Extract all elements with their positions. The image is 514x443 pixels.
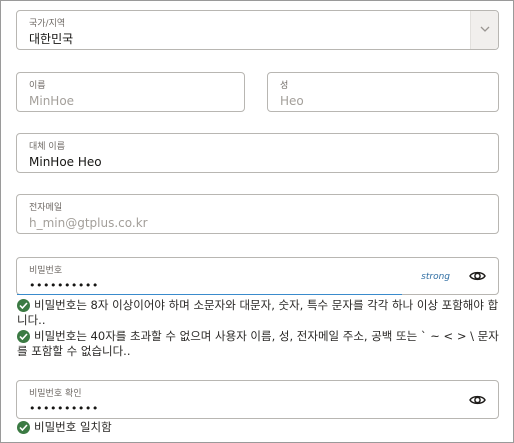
alternate-name-label: 대체 이름	[29, 142, 65, 152]
eye-icon[interactable]	[469, 392, 486, 408]
password-field[interactable]: 비밀번호 •••••••••• strong	[16, 257, 499, 295]
password-rule-characters: 비밀번호는 40자를 초과할 수 없으며 사용자 이름, 성, 전자메일 주소,…	[17, 329, 503, 359]
password-rule-text: 비밀번호는 40자를 초과할 수 없으며 사용자 이름, 성, 전자메일 주소,…	[17, 329, 499, 358]
first-name-value: MinHoe	[29, 94, 75, 108]
country-dropdown-button[interactable]	[470, 11, 498, 49]
chevron-down-icon	[480, 26, 490, 32]
country-value: 대한민국	[29, 32, 74, 46]
signup-form: 국가/지역 대한민국 이름 MinHoe 성 Heo 대체 이름 MinHoe …	[0, 0, 514, 443]
confirm-password-value: ••••••••••	[29, 402, 99, 415]
password-match-status: 비밀번호 일치함	[17, 420, 503, 435]
last-name-value: Heo	[280, 94, 304, 108]
email-value: h_min@gtplus.co.kr	[29, 216, 148, 230]
password-rule-text: 비밀번호는 8자 이상이어야 하며 소문자와 대문자, 숫자, 특수 문자를 각…	[17, 298, 499, 327]
check-circle-icon	[17, 299, 30, 312]
last-name-field[interactable]: 성 Heo	[267, 72, 499, 112]
password-strength-indicator: strong	[421, 272, 450, 282]
country-select[interactable]: 국가/지역 대한민국	[16, 10, 499, 50]
alternate-name-value: MinHoe Heo	[29, 155, 102, 169]
password-label: 비밀번호	[29, 266, 63, 276]
last-name-label: 성	[280, 81, 289, 91]
first-name-field[interactable]: 이름 MinHoe	[16, 72, 245, 112]
check-circle-icon	[17, 421, 30, 434]
password-strength-bar	[17, 294, 402, 295]
first-name-label: 이름	[29, 81, 46, 91]
confirm-password-field[interactable]: 비밀번호 확인 ••••••••••	[16, 380, 499, 419]
alternate-name-field[interactable]: 대체 이름 MinHoe Heo	[16, 133, 499, 173]
email-label: 전자메일	[29, 203, 63, 213]
country-label: 국가/지역	[29, 19, 66, 29]
eye-icon[interactable]	[469, 268, 486, 284]
password-match-text: 비밀번호 일치함	[34, 420, 112, 434]
confirm-password-label: 비밀번호 확인	[29, 389, 82, 399]
email-field[interactable]: 전자메일 h_min@gtplus.co.kr	[16, 194, 499, 234]
check-circle-icon	[17, 330, 30, 343]
password-rule-length: 비밀번호는 8자 이상이어야 하며 소문자와 대문자, 숫자, 특수 문자를 각…	[17, 298, 503, 328]
password-value: ••••••••••	[29, 279, 99, 292]
